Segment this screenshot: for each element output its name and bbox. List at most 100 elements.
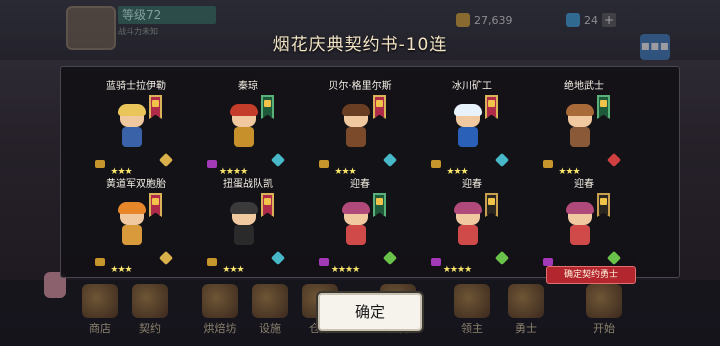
hero-body (346, 127, 366, 147)
nav-item-label: 商店 (89, 322, 111, 335)
class-banner-icon (597, 193, 610, 217)
hero-hair (118, 202, 146, 214)
hero-name: 迎春 (462, 179, 482, 190)
hero-body (458, 225, 478, 245)
class-banner-icon (261, 95, 274, 119)
hero-hair (566, 104, 594, 116)
star-rating: ★★★ (110, 167, 132, 177)
hero-sprite (451, 104, 485, 149)
nav-item[interactable]: 烘焙坊 (196, 280, 244, 340)
hero-body (570, 127, 590, 147)
hero-sprite (339, 104, 373, 149)
nav-item-label: 勇士 (515, 322, 537, 335)
hero-hair (454, 202, 482, 214)
star-rating: ★★★ (110, 265, 132, 275)
player-level: 等级72 (118, 6, 216, 24)
star-rating: ★★★ (222, 265, 244, 275)
class-banner-icon (149, 95, 162, 119)
nav-item[interactable]: 勇士 (502, 280, 550, 340)
hero-hair (118, 104, 146, 116)
hero-name: 秦琼 (238, 81, 258, 92)
hero-hair (230, 202, 258, 214)
hero-card[interactable]: 蓝骑士拉伊勒 ★★★ (81, 81, 191, 181)
results-panel: 蓝骑士拉伊勒 ★★★ 秦琼 ★★★★ 贝尔·格里尔斯 ★★★ 冰川矿工 ★★★ 绝地武士 ★★★ 黄… (60, 66, 680, 278)
hero-name: 贝尔·格里尔斯 (328, 81, 392, 92)
nav-item-label: 开始 (593, 322, 615, 335)
nav-item-label: 设施 (259, 322, 281, 335)
weapon-icon (158, 152, 174, 168)
nav-item-label: 契约 (139, 322, 161, 335)
hero-card[interactable]: 冰川矿工 ★★★ (417, 81, 527, 181)
hero-hair (230, 104, 258, 116)
hero-body (570, 225, 590, 245)
hero-hair (566, 202, 594, 214)
hero-name: 绝地武士 (564, 81, 604, 92)
hero-sprite (339, 202, 373, 247)
nav-item-icon (82, 284, 118, 318)
confirm-button[interactable]: 确定 (318, 293, 422, 331)
gem-icon (566, 13, 580, 27)
hero-body (122, 127, 142, 147)
hero-card[interactable]: 黄道军双胞胎 ★★★ (81, 179, 191, 279)
weapon-icon (270, 250, 286, 266)
hero-body (234, 225, 254, 245)
nav-item[interactable]: 契约 (126, 280, 174, 340)
dialog-title: 烟花庆典契约书-10连 (272, 35, 448, 55)
star-rating: ★★★ (558, 167, 580, 177)
hero-card[interactable]: 绝地武士 ★★★ (529, 81, 639, 181)
hero-card[interactable]: 秦琼 ★★★★ (193, 81, 303, 181)
gold-value: 27,639 (474, 13, 513, 27)
class-banner-icon (485, 193, 498, 217)
weapon-icon (270, 152, 286, 168)
hero-sprite (115, 202, 149, 247)
class-banner-icon (373, 95, 386, 119)
hero-body (234, 127, 254, 147)
weapon-icon (494, 152, 510, 168)
gold-icon (456, 13, 470, 27)
confirm-hero-badge[interactable]: 确定契约勇士 (546, 266, 636, 284)
hero-sprite (451, 202, 485, 247)
nav-item-icon (132, 284, 168, 318)
hero-name: 蓝骑士拉伊勒 (106, 81, 166, 92)
nav-item[interactable]: 设施 (246, 280, 294, 340)
hero-sprite (227, 104, 261, 149)
star-rating: ★★★ (334, 167, 356, 177)
nav-item-icon (586, 284, 622, 318)
weapon-icon (606, 250, 622, 266)
hero-hair (342, 202, 370, 214)
nav-item-icon (508, 284, 544, 318)
weapon-icon (382, 250, 398, 266)
hero-sprite (227, 202, 261, 247)
game-screen: 等级72 战斗力未知 27,639 24 + ▪▪▪ 商店契约烘焙坊设施仓库装备… (0, 0, 720, 346)
star-rating: ★★★★ (330, 265, 360, 275)
hero-name: 冰川矿工 (452, 81, 492, 92)
hero-body (458, 127, 478, 147)
gold-counter: 27,639 (456, 12, 513, 28)
hero-card[interactable]: 迎春★★★★ (529, 179, 639, 279)
nav-item-label: 烘焙坊 (203, 322, 237, 335)
class-banner-icon (149, 193, 162, 217)
hero-name: 扭蛋战队凯 (223, 179, 273, 190)
hero-card[interactable]: 迎春 ★★★★ (305, 179, 415, 279)
hero-card[interactable]: 迎春★★★★ (417, 179, 527, 279)
hero-sprite (115, 104, 149, 149)
hero-card[interactable]: 扭蛋战队凯 ★★★ (193, 179, 303, 279)
hero-hair (342, 104, 370, 116)
hero-name: 迎春 (574, 179, 594, 190)
hero-body (346, 225, 366, 245)
hero-name: 迎春 (350, 179, 370, 190)
gem-counter: 24 + (566, 12, 616, 28)
hero-sprite (563, 202, 597, 247)
weapon-icon (494, 250, 510, 266)
nav-item-icon (202, 284, 238, 318)
nav-item[interactable]: 领主 (448, 280, 496, 340)
nav-item-label: 领主 (461, 322, 483, 335)
nav-item[interactable]: 商店 (76, 280, 124, 340)
hero-sprite (563, 104, 597, 149)
hero-card[interactable]: 贝尔·格里尔斯 ★★★ (305, 81, 415, 181)
weapon-icon (158, 250, 174, 266)
nav-item[interactable]: 开始 (580, 280, 628, 340)
add-gems-button[interactable]: + (602, 13, 616, 27)
nav-item-icon (252, 284, 288, 318)
gem-value: 24 (584, 13, 598, 27)
